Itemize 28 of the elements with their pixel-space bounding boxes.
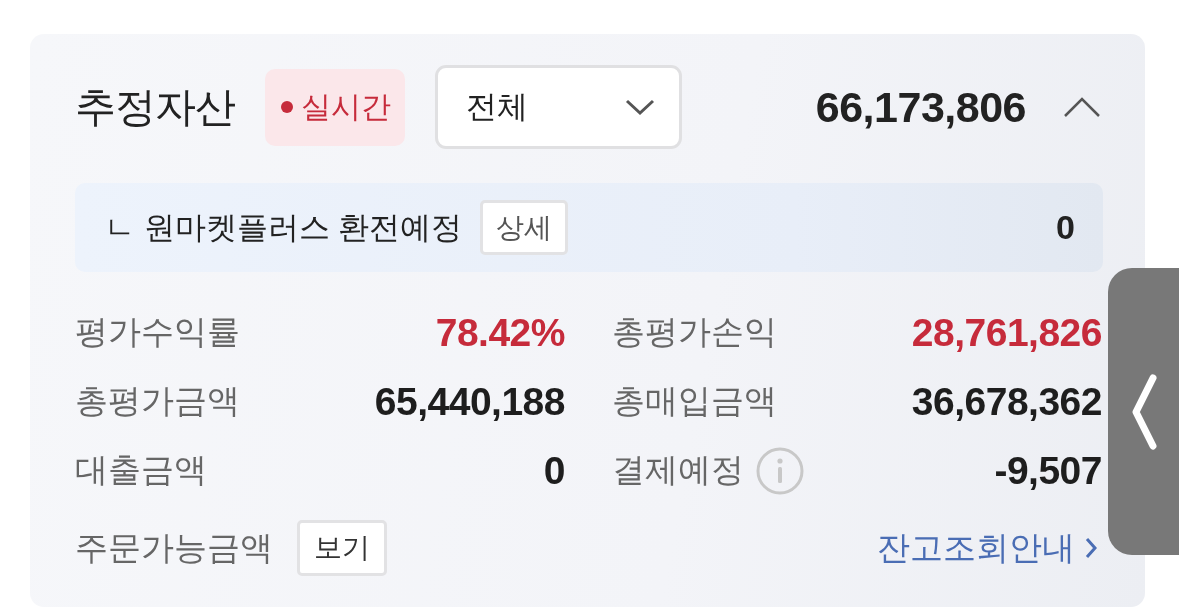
metric-value: 78.42% [435,310,565,355]
card-title: 추정자산 [75,82,235,132]
metric-value: 36,678,362 [911,379,1102,424]
exchange-label: ㄴ 원마켓플러스 환전예정 [104,208,463,247]
metric-value: -9,507 [994,448,1102,493]
view-button[interactable]: 보기 [297,520,387,576]
metric-label: 총평가금액 [75,381,240,421]
total-amount: 66,173,806 [815,82,1026,132]
caret-icon [625,98,655,116]
metric-value: 65,440,188 [374,379,565,424]
balance-guide-link[interactable]: 잔고조회안내 [877,525,1097,571]
metric-label: 결제예정 [612,450,744,490]
metric-label: 대출금액 [75,450,207,490]
detail-button[interactable]: 상세 [480,200,569,255]
metric-value: 28,761,826 [911,310,1102,355]
filter-dropdown[interactable]: 전체 [435,65,682,149]
metric-label: 평가수익률 [75,312,240,352]
live-label: 실시간 [301,88,391,125]
metric-value: 0 [543,448,565,493]
chevron-left-icon [1130,373,1157,450]
metric-label: 총매입금액 [612,381,777,421]
drawer-handle[interactable] [1108,268,1179,555]
live-dot-icon [281,101,293,113]
chevron-right-icon [1085,537,1097,559]
order-amount-label: 주문가능금액 [75,527,273,568]
chevron-up-icon[interactable] [1064,97,1100,117]
exchange-value: 0 [1056,208,1075,247]
metric-label: 총평가손익 [612,312,777,352]
